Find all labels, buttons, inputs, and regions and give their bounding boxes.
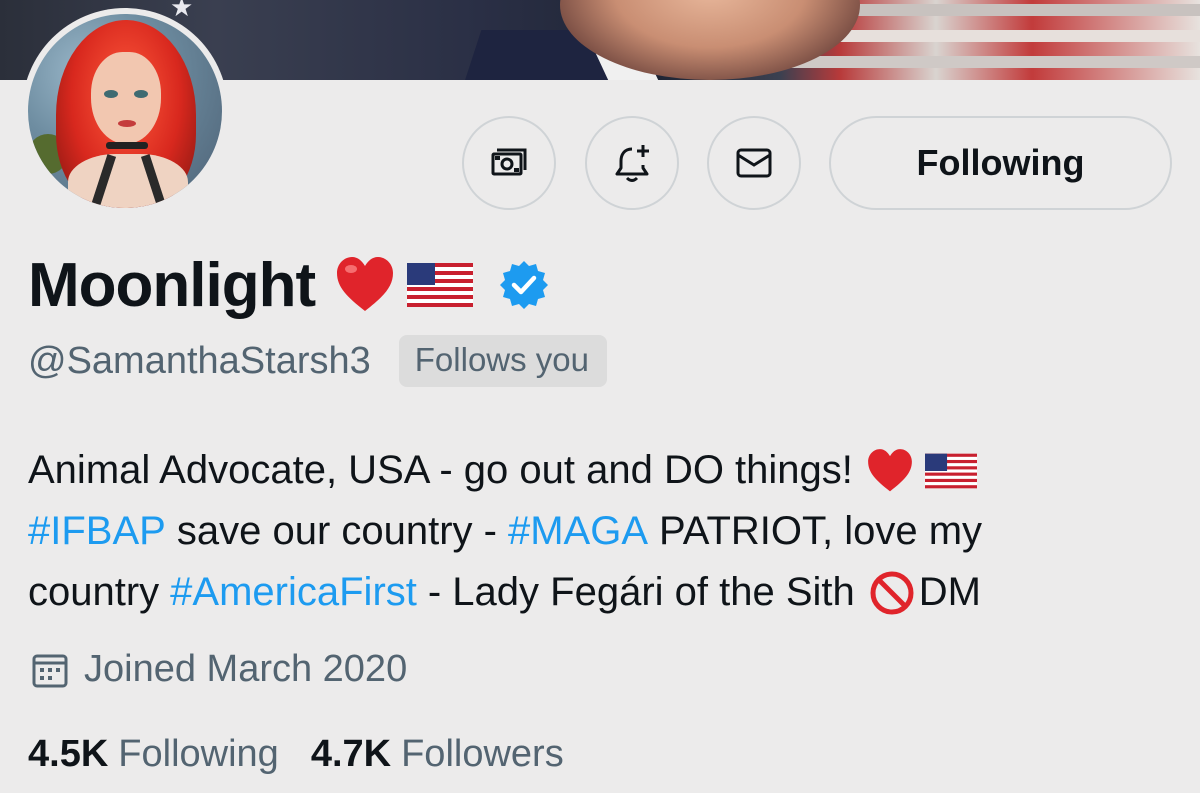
- avatar-eye: [104, 90, 118, 98]
- mail-icon: [736, 148, 772, 178]
- bio-text: DM: [918, 570, 981, 614]
- us-flag-icon: [924, 453, 977, 488]
- display-name-row: Moonlight: [28, 245, 549, 325]
- red-heart-icon: [337, 257, 394, 311]
- prohibited-icon: [870, 571, 914, 614]
- hashtag-link[interactable]: #IFBAP: [28, 501, 166, 562]
- hashtag-link[interactable]: #AmericaFirst: [170, 562, 417, 623]
- bio-text: Animal Advocate, USA - go out and DO thi…: [28, 448, 853, 492]
- message-button[interactable]: [707, 116, 801, 210]
- followers-label: Followers: [401, 733, 564, 775]
- avatar-face: [91, 52, 161, 144]
- bio-line: #IFBAP save our country - #MAGA PATRIOT,…: [28, 501, 1188, 562]
- money-icon: [491, 148, 527, 176]
- red-heart-icon: [868, 448, 912, 491]
- notification-bell-icon: [615, 145, 649, 182]
- tip-button[interactable]: [462, 116, 556, 210]
- following-button[interactable]: Following: [829, 116, 1172, 210]
- us-flag-icon: [407, 263, 474, 307]
- follow-stats: 4.5K Following 4.7K Followers: [28, 733, 564, 776]
- notification-button[interactable]: [585, 116, 679, 210]
- following-stat-link[interactable]: 4.5K Following: [28, 733, 279, 776]
- bio-text: PATRIOT, love my: [659, 509, 983, 553]
- following-label: Following: [118, 733, 279, 775]
- bio-line: country #AmericaFirst - Lady Fegári of t…: [28, 562, 1188, 623]
- follows-you-badge: Follows you: [398, 335, 607, 387]
- avatar-image: [28, 14, 222, 208]
- bio-text: country: [28, 570, 160, 614]
- followers-stat-link[interactable]: 4.7K Followers: [311, 733, 564, 776]
- hashtag-link[interactable]: #MAGA: [508, 501, 648, 562]
- user-handle: @SamanthaStarsh3: [28, 339, 371, 382]
- avatar-eye: [134, 90, 148, 98]
- banner-stripe: [760, 56, 1200, 68]
- verified-badge-icon[interactable]: [499, 260, 549, 310]
- bio-text: save our country -: [176, 509, 497, 553]
- followers-count: 4.7K: [310, 733, 392, 775]
- avatar-lips: [118, 120, 136, 127]
- bio-text: - Lady Fegári of the Sith: [427, 570, 855, 614]
- handle-row: @SamanthaStarsh3 Follows you: [28, 335, 607, 387]
- joined-date: Joined March 2020: [84, 648, 408, 690]
- calendar-icon: [32, 654, 68, 687]
- profile-bio: Animal Advocate, USA - go out and DO thi…: [28, 440, 1188, 623]
- following-count: 4.5K: [28, 733, 109, 775]
- bio-line: Animal Advocate, USA - go out and DO thi…: [28, 440, 1188, 501]
- joined-date-row: Joined March 2020: [30, 648, 407, 691]
- profile-avatar[interactable]: [22, 8, 228, 214]
- avatar-choker: [106, 142, 148, 149]
- display-name: Moonlight: [28, 250, 316, 320]
- avatar-body: [68, 154, 188, 208]
